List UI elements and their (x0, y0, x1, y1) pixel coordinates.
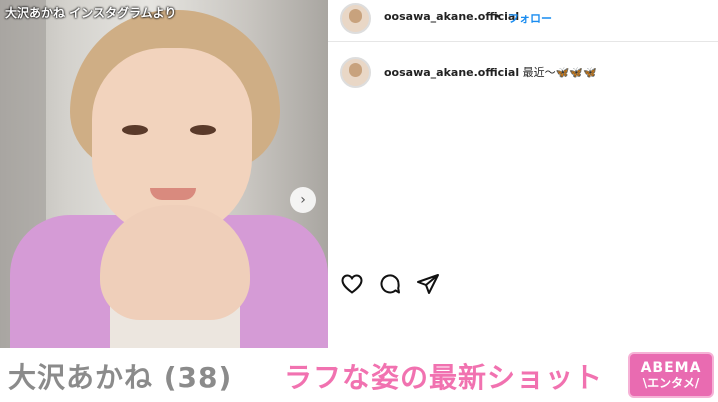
follow-button[interactable]: フォロー (508, 10, 552, 26)
post-photo[interactable]: 大沢あかね インスタグラムより › (0, 0, 328, 348)
caption-text: 最近〜 (519, 66, 556, 79)
comment-icon[interactable] (378, 272, 402, 296)
header-divider (328, 41, 718, 42)
instagram-post-panel: oosawa_akane.official • フォロー oosawa_akan… (328, 0, 718, 348)
post-caption: oosawa_akane.official 最近〜🦋🦋🦋 (384, 64, 597, 80)
photo-mouth (150, 188, 196, 200)
caption-username[interactable]: oosawa_akane.official (384, 66, 519, 79)
caption-name: 大沢あかね (38) (8, 361, 233, 394)
caption-avatar[interactable] (340, 57, 371, 88)
heart-icon[interactable] (340, 272, 364, 296)
abema-logo: ABEMA \エンタメ/ (628, 352, 714, 398)
separator-dot: • (494, 10, 501, 23)
photo-eye-left (122, 125, 148, 135)
share-icon[interactable] (416, 272, 440, 296)
photo-eye-right (190, 125, 216, 135)
photo-watermark: 大沢あかね インスタグラムより (5, 6, 177, 20)
post-actions (340, 272, 440, 296)
caption-bar: 大沢あかね (38) ラフな姿の最新ショット (0, 348, 718, 402)
chevron-right-icon[interactable]: › (290, 187, 316, 213)
logo-line-1: ABEMA (640, 360, 702, 376)
caption-headline: ラフな姿の最新ショット (284, 361, 604, 394)
logo-line-2: \エンタメ/ (642, 376, 700, 390)
avatar[interactable] (340, 3, 371, 34)
butterfly-emoji: 🦋🦋🦋 (555, 66, 597, 79)
